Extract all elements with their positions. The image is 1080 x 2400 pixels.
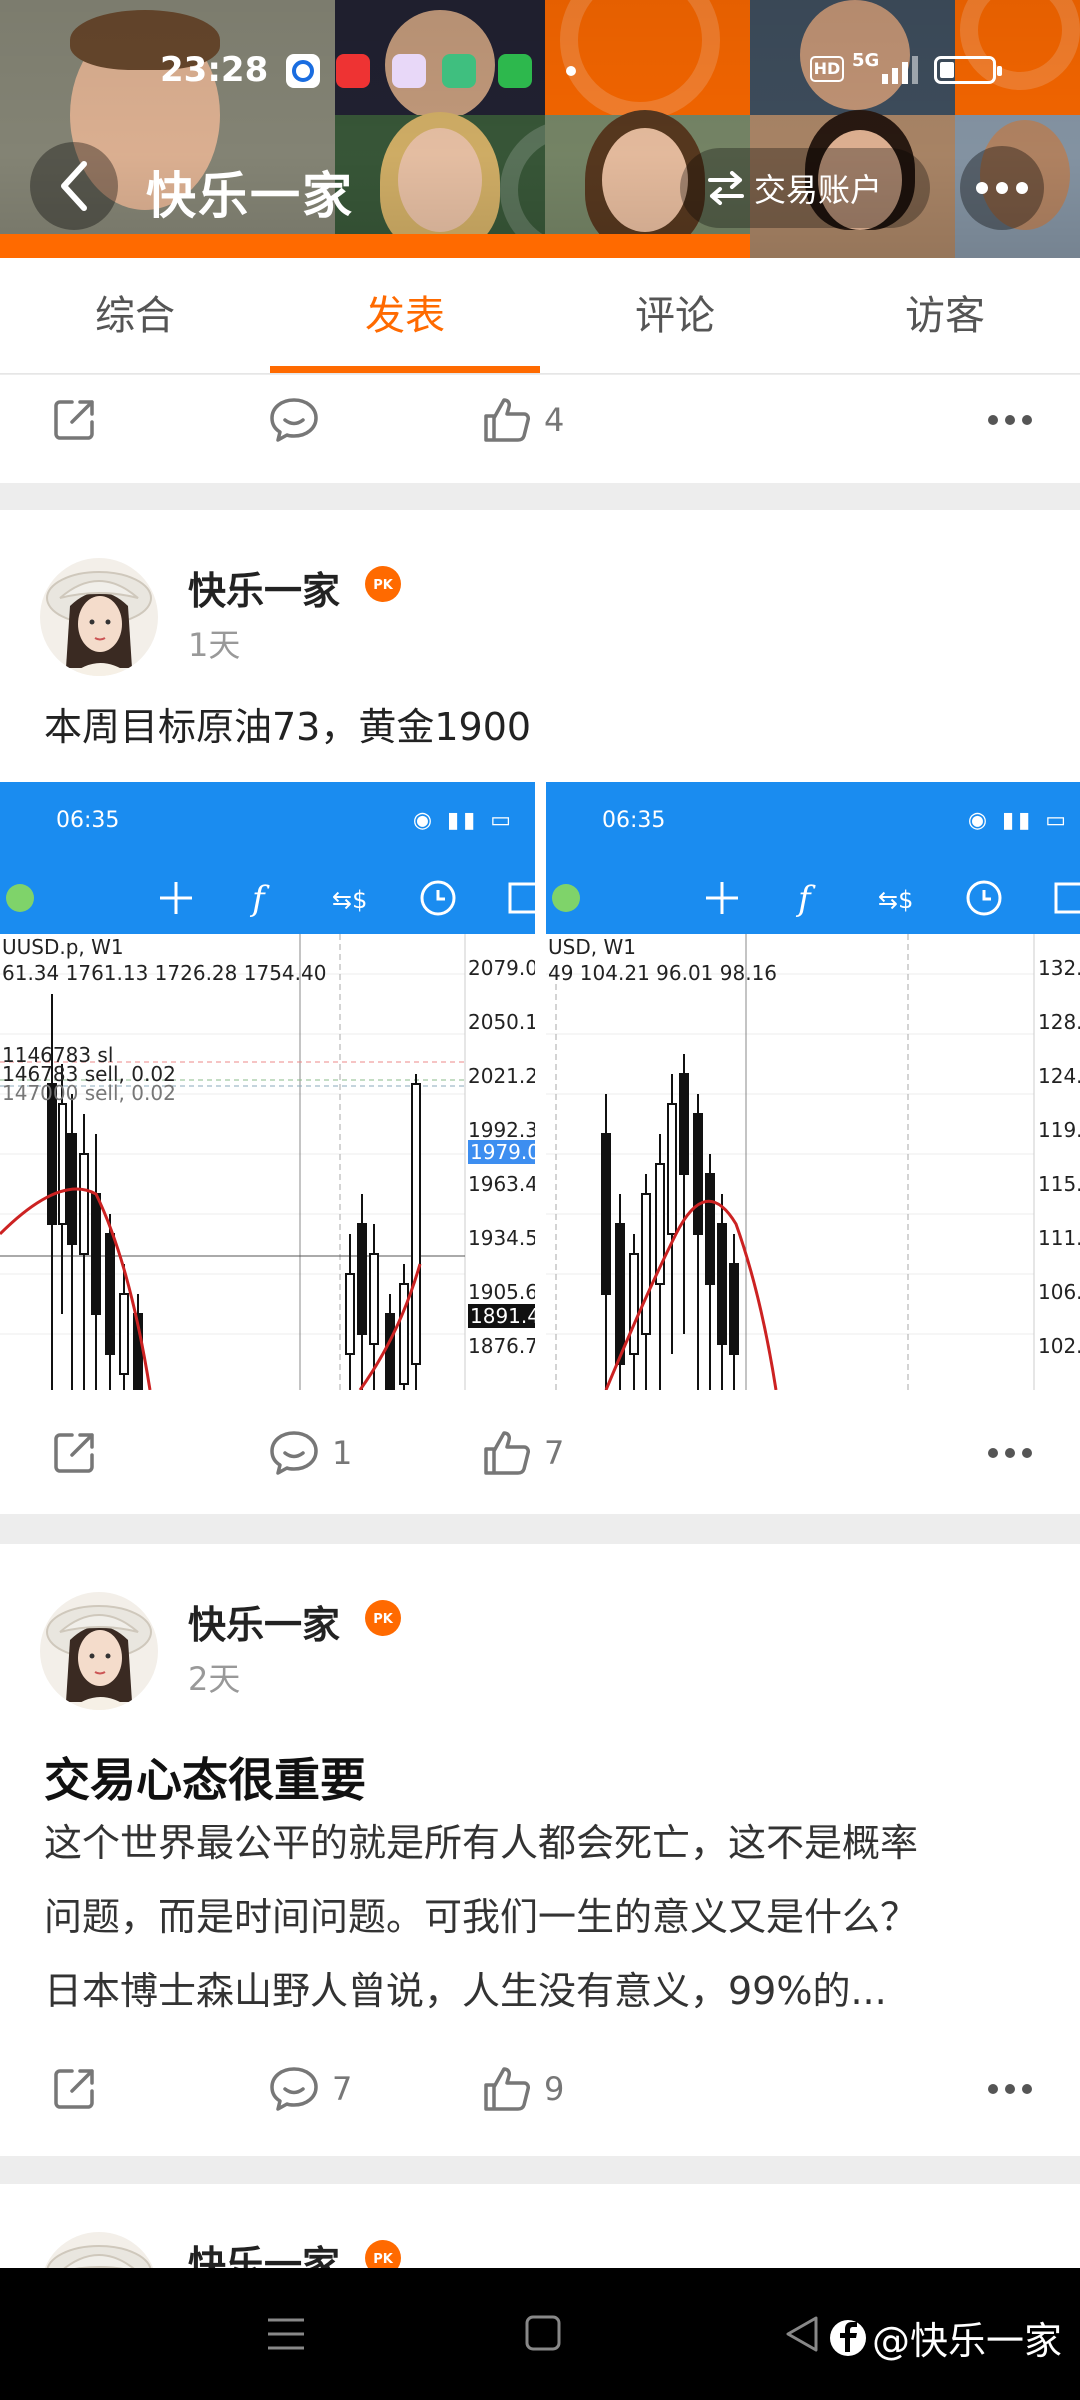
- pk-badge: PK: [365, 566, 401, 602]
- swap-icon: [708, 171, 744, 205]
- status-time: 23:28: [160, 50, 269, 90]
- toutiao-notification-icon: [336, 54, 370, 88]
- chevron-left-icon: [61, 161, 87, 211]
- comment-button[interactable]: 7: [268, 2044, 352, 2134]
- post-action-bar: 7 9: [0, 2044, 1080, 2134]
- image-toolbar: f ⇆$: [0, 862, 535, 934]
- post-time: 2天: [188, 1660, 241, 1698]
- post-body-line: 问题，而是时间问题。可我们一生的意义又是什么？: [44, 1895, 919, 1939]
- back-nav-icon[interactable]: [782, 2314, 820, 2354]
- svg-text:⇆$: ⇆$: [332, 886, 367, 914]
- post-more-button[interactable]: [981, 1408, 1032, 1498]
- comment-count: 7: [332, 2070, 353, 2108]
- like-button[interactable]: 4: [482, 375, 564, 465]
- post-body-line: 日本博士森山野人曾说，人生没有意义，99%的...: [44, 1969, 887, 2013]
- svg-text:⇆$: ⇆$: [878, 886, 913, 914]
- thumbs-up-icon: [484, 2067, 530, 2111]
- share-icon: [54, 2069, 94, 2109]
- avatar[interactable]: [40, 558, 158, 676]
- status-bar: 23:28 HD 5G: [0, 48, 1080, 98]
- image-status-icons: ◉ ▮▮ ▭: [412, 808, 515, 833]
- post-body[interactable]: 这个世界最公平的就是所有人都会死亡，这不是概率 问题，而是时间问题。可我们一生的…: [44, 1806, 1044, 2028]
- post-author[interactable]: 快乐一家: [188, 560, 340, 615]
- tab-overview[interactable]: 综合: [0, 258, 270, 373]
- post-image-oil-chart[interactable]: 06:35 ◉ ▮▮ ▭ f ⇆$ USD, W1 49 104.21 96.0…: [546, 782, 1080, 1390]
- chat-notification-icon: [392, 54, 426, 88]
- post-text[interactable]: 本周目标原油73，黄金1900: [44, 696, 531, 751]
- header-more-button[interactable]: [960, 146, 1044, 230]
- comment-icon: [270, 2067, 318, 2111]
- svg-text:f: f: [795, 879, 816, 919]
- comment-icon: [270, 398, 318, 442]
- home-icon[interactable]: [524, 2314, 562, 2352]
- post-more-button[interactable]: [981, 2044, 1032, 2134]
- page-title: 快乐一家: [146, 167, 354, 225]
- share-icon: [54, 1433, 94, 1473]
- battery-icon: [934, 56, 1002, 84]
- image-status-time: 06:35: [56, 808, 120, 833]
- wechat-notification-icon: [498, 54, 532, 88]
- comment-button[interactable]: [268, 375, 320, 465]
- post-action-bar: 4: [0, 375, 1080, 465]
- svg-text:f: f: [249, 879, 270, 919]
- share-button[interactable]: [50, 1408, 98, 1498]
- like-count: 7: [544, 1434, 565, 1472]
- back-button[interactable]: [30, 142, 118, 230]
- comment-count: 1: [332, 1434, 353, 1472]
- network-type: 5G: [852, 50, 880, 71]
- post-author[interactable]: 快乐一家: [188, 1594, 340, 1649]
- tab-posts[interactable]: 发表: [270, 258, 540, 373]
- hd-icon: HD: [810, 56, 844, 82]
- avatar[interactable]: [40, 1592, 158, 1710]
- like-button[interactable]: 9: [482, 2044, 564, 2134]
- trading-account-button[interactable]: 交易账户: [680, 148, 930, 228]
- chart-ohlc: 49 104.21 96.01 98.16: [548, 961, 778, 985]
- post-title[interactable]: 交易心态很重要: [44, 1744, 366, 1810]
- profile-page: 23:28 HD 5G 快乐一家 交易账户 综合 发表 评论 访客 4 快乐一家…: [0, 0, 1080, 2400]
- image-status-time: 06:35: [602, 808, 666, 833]
- like-count: 4: [544, 401, 565, 439]
- share-icon: [54, 400, 94, 440]
- menu-icon[interactable]: [266, 2316, 306, 2352]
- toutiao-logo-icon: [829, 2319, 866, 2356]
- app-notification-icon: [286, 54, 320, 88]
- chart-symbol: UUSD.p, W1: [2, 935, 124, 959]
- post-card-previous: 4: [0, 375, 1080, 483]
- post-more-button[interactable]: [981, 375, 1032, 465]
- like-button[interactable]: 7: [482, 1408, 564, 1498]
- share-button[interactable]: [50, 2044, 98, 2134]
- order-label: 147000 sell, 0.02: [2, 1081, 176, 1105]
- share-button[interactable]: [50, 375, 98, 465]
- tab-bar: 综合 发表 评论 访客: [0, 258, 1080, 374]
- image-toolbar: f ⇆$: [546, 862, 1080, 934]
- system-navigation-bar: @快乐一家: [0, 2268, 1080, 2400]
- chart-symbol: USD, W1: [548, 935, 636, 959]
- thumbs-up-icon: [484, 398, 530, 442]
- post-card: 快乐一家 PK 1天 本周目标原油73，黄金1900 06:35 ◉ ▮▮ ▭ …: [0, 510, 1080, 1514]
- like-count: 9: [544, 2070, 565, 2108]
- thumbs-up-icon: [484, 1431, 530, 1475]
- post-body-line: 这个世界最公平的就是所有人都会死亡，这不是概率: [44, 1821, 919, 1865]
- comment-icon: [270, 1431, 318, 1475]
- post-action-bar: 1 7: [0, 1408, 1080, 1498]
- post-image-gold-chart[interactable]: 06:35 ◉ ▮▮ ▭ f ⇆$ UUSD.p, W1 61.34 1761.…: [0, 782, 535, 1390]
- camera-notification-icon: [442, 54, 476, 88]
- more-horizontal-icon: [976, 182, 1028, 194]
- profile-header: 23:28 HD 5G 快乐一家 交易账户: [0, 0, 1080, 258]
- post-card: 快乐一家 PK 2天 交易心态很重要 这个世界最公平的就是所有人都会死亡，这不是…: [0, 1544, 1080, 2156]
- more-notifications-icon: [566, 66, 576, 76]
- image-status-icons: ◉ ▮▮ ▭: [967, 808, 1070, 833]
- signal-icon: [880, 54, 920, 84]
- pk-badge: PK: [365, 1600, 401, 1636]
- tab-comments[interactable]: 评论: [540, 258, 810, 373]
- trading-account-label: 交易账户: [754, 171, 883, 209]
- watermark-text: @快乐一家: [871, 2319, 1062, 2363]
- tab-visitors[interactable]: 访客: [810, 258, 1080, 373]
- watermark: @快乐一家: [828, 2310, 1062, 2365]
- chart-ohlc: 61.34 1761.13 1726.28 1754.40: [2, 961, 327, 985]
- post-time: 1天: [188, 626, 241, 664]
- comment-button[interactable]: 1: [268, 1408, 352, 1498]
